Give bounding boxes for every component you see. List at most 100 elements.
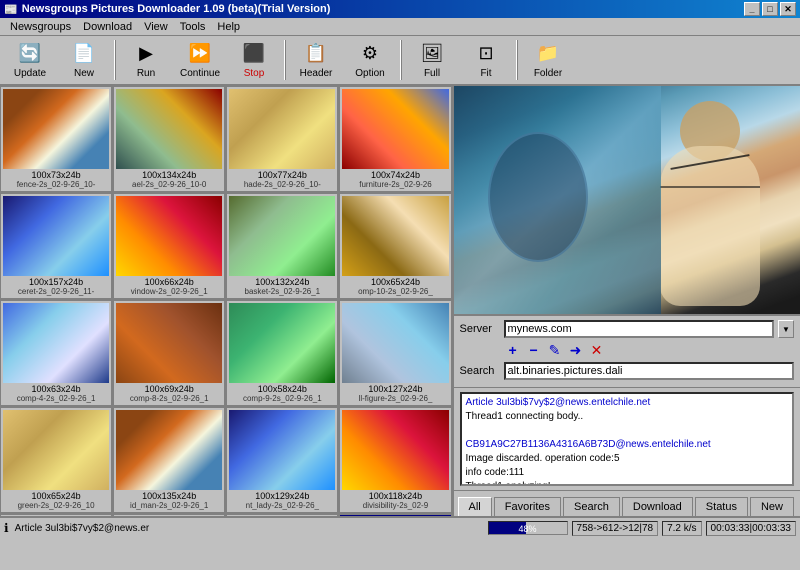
thumbnail-size: 100x129x24b xyxy=(255,491,309,501)
menu-view[interactable]: View xyxy=(138,20,174,34)
header-button[interactable]: 📋 Header xyxy=(290,38,342,82)
thumbnail-item[interactable]: 350x259x24b xyxy=(226,514,338,516)
thumbnail-item[interactable]: 100x74x24bfurniture-2s_02-9-26 xyxy=(339,86,451,192)
thumbnail-size: 100x65x24b xyxy=(32,491,81,501)
thumbnail-size: 100x66x24b xyxy=(145,277,194,287)
thumbnail-size: 100x63x24b xyxy=(32,384,81,394)
menu-help[interactable]: Help xyxy=(211,20,246,34)
thumbnail-filename: green-2s_02-9-26_10 xyxy=(3,501,109,510)
log-line xyxy=(466,424,788,438)
thumbnail-item[interactable]: 100x58x24bcomp-9-2s_02-9-26_1 xyxy=(226,300,338,406)
fit-button[interactable]: ⊡ Fit xyxy=(460,38,512,82)
thumbnail-filename: divisibility-2s_02-9 xyxy=(342,501,448,510)
thumbnail-size: 100x135x24b xyxy=(142,491,196,501)
thumbnail-item[interactable]: 100x135x24bid_man-2s_02-9-26_1 xyxy=(113,407,225,513)
thumbnail-image xyxy=(342,196,448,276)
thumbnail-item[interactable]: 100x65x24bgreen-2s_02-9-26_10 xyxy=(0,407,112,513)
update-icon: 🔄 xyxy=(18,42,42,66)
full-button[interactable]: 🖼 Full xyxy=(406,38,458,82)
status-segment-1: 758->612->12|78 xyxy=(572,521,659,536)
thumbnail-item[interactable]: 100x138x24b xyxy=(113,514,225,516)
close-button[interactable]: ✕ xyxy=(780,2,796,16)
status-message: Article 3ul3bi$7vy$2@news.er xyxy=(15,523,484,534)
preview-area xyxy=(454,86,800,316)
toolbar: 🔄 Update 📄 New ▶ Run ⏩ Continue ⬛ Stop 📋… xyxy=(0,36,800,86)
tab-download[interactable]: Download xyxy=(622,497,693,516)
minimize-button[interactable]: _ xyxy=(744,2,760,16)
thumbnail-size: 100x157x24b xyxy=(29,277,83,287)
toolbar-separator-3 xyxy=(400,40,402,80)
progress-label: 48% xyxy=(489,522,567,535)
thumbnail-size: 100x58x24b xyxy=(258,384,307,394)
thumbnail-item[interactable]: 100x77x24bhade-2s_02-9-26_10- xyxy=(226,86,338,192)
thumbnail-filename: id_man-2s_02-9-26_1 xyxy=(116,501,222,510)
full-icon: 🖼 xyxy=(420,42,444,66)
next-server-icon[interactable]: ➜ xyxy=(567,341,585,359)
remove-server-icon[interactable]: − xyxy=(525,341,543,359)
thumbnail-item[interactable]: 100x157x24bceret-2s_02-9-26_11- xyxy=(0,193,112,299)
maximize-button[interactable]: □ xyxy=(762,2,778,16)
thumbnail-item[interactable]: 100x73x24bfence-2s_02-9-26_10- xyxy=(0,86,112,192)
thumbnail-image xyxy=(116,196,222,276)
thumbnail-size: 100x127x24b xyxy=(368,384,422,394)
update-button[interactable]: 🔄 Update xyxy=(4,38,56,82)
thumbnail-filename: fence-2s_02-9-26_10- xyxy=(3,180,109,189)
thumbnail-image xyxy=(342,89,448,169)
continue-button[interactable]: ⏩ Continue xyxy=(174,38,226,82)
option-button[interactable]: ⚙ Option xyxy=(344,38,396,82)
fit-icon: ⊡ xyxy=(474,42,498,66)
thumbnail-item[interactable]: 100x66x24bvindow-2s_02-9-26_1 xyxy=(113,193,225,299)
option-icon: ⚙ xyxy=(358,42,382,66)
thumbnail-item[interactable]: 100x129x24bnt_lady-2s_02-9-26_ xyxy=(226,407,338,513)
server-input[interactable] xyxy=(504,320,774,338)
thumbnail-item[interactable]: 300x396x24b xyxy=(339,514,451,516)
thumbnail-item[interactable]: 100x118x24bdivisibility-2s_02-9 xyxy=(339,407,451,513)
thumbnail-item[interactable]: 100x65x24bomp-10-2s_02-9-26_ xyxy=(339,193,451,299)
new-button[interactable]: 📄 New xyxy=(58,38,110,82)
thumbnail-item[interactable]: 100x127x24bll-figure-2s_02-9-26_ xyxy=(339,300,451,406)
status-segment-2: 7.2 k/s xyxy=(662,521,701,536)
thumbnail-image xyxy=(229,410,335,490)
thumbnail-filename: ll-figure-2s_02-9-26_ xyxy=(342,394,448,403)
thumbnail-image xyxy=(3,89,109,169)
thumbnail-item[interactable]: 100x134x24bael-2s_02-9-26_10-0 xyxy=(113,86,225,192)
thumbnail-item[interactable]: 100x69x24bcomp-8-2s_02-9-26_1 xyxy=(113,300,225,406)
clear-server-icon[interactable]: ✕ xyxy=(588,341,606,359)
thumbnail-image xyxy=(229,303,335,383)
add-server-icon[interactable]: + xyxy=(504,341,522,359)
tab-status[interactable]: Status xyxy=(695,497,748,516)
thumbnail-size: 100x69x24b xyxy=(145,384,194,394)
thumbnail-item[interactable]: 100x127x24b xyxy=(0,514,112,516)
folder-button[interactable]: 📁 Folder xyxy=(522,38,574,82)
status-bar: ℹ Article 3ul3bi$7vy$2@news.er 48% 758->… xyxy=(0,516,800,538)
thumbnail-size: 100x134x24b xyxy=(142,170,196,180)
menu-download[interactable]: Download xyxy=(77,20,138,34)
thumbnail-item[interactable]: 100x63x24bcomp-4-2s_02-9-26_1 xyxy=(0,300,112,406)
tab-all[interactable]: All xyxy=(458,497,492,516)
status-segment-3: 00:03:33|00:03:33 xyxy=(706,521,796,536)
run-icon: ▶ xyxy=(134,42,158,66)
right-panel: Server ▼ + − ✎ ➜ ✕ Search Article 3ul3bi… xyxy=(454,86,800,516)
search-row: Search xyxy=(460,362,794,380)
thumbnail-size: 100x74x24b xyxy=(371,170,420,180)
preview-image xyxy=(454,86,800,314)
tab-search[interactable]: Search xyxy=(563,497,620,516)
log-line: Thread1 connecting body.. xyxy=(466,410,788,424)
thumbnail-item[interactable]: 100x132x24bbasket-2s_02-9-26_1 xyxy=(226,193,338,299)
server-row: Server ▼ xyxy=(460,320,794,338)
server-dropdown-button[interactable]: ▼ xyxy=(778,320,794,338)
run-button[interactable]: ▶ Run xyxy=(120,38,172,82)
title-text: Newsgroups Pictures Downloader 1.09 (bet… xyxy=(22,3,331,15)
new-icon: 📄 xyxy=(72,42,96,66)
thumbnail-panel: 100x73x24bfence-2s_02-9-26_10-100x134x24… xyxy=(0,86,454,516)
edit-server-icon[interactable]: ✎ xyxy=(546,341,564,359)
toolbar-separator-1 xyxy=(114,40,116,80)
search-input[interactable] xyxy=(504,362,794,380)
menu-newsgroups[interactable]: Newsgroups xyxy=(4,20,77,34)
stop-button[interactable]: ⬛ Stop xyxy=(228,38,280,82)
menu-tools[interactable]: Tools xyxy=(174,20,212,34)
thumbnail-filename: ael-2s_02-9-26_10-0 xyxy=(116,180,222,189)
tab-bar: AllFavoritesSearchDownloadStatusNew xyxy=(454,490,800,516)
tab-new[interactable]: New xyxy=(750,497,794,516)
tab-favorites[interactable]: Favorites xyxy=(494,497,561,516)
